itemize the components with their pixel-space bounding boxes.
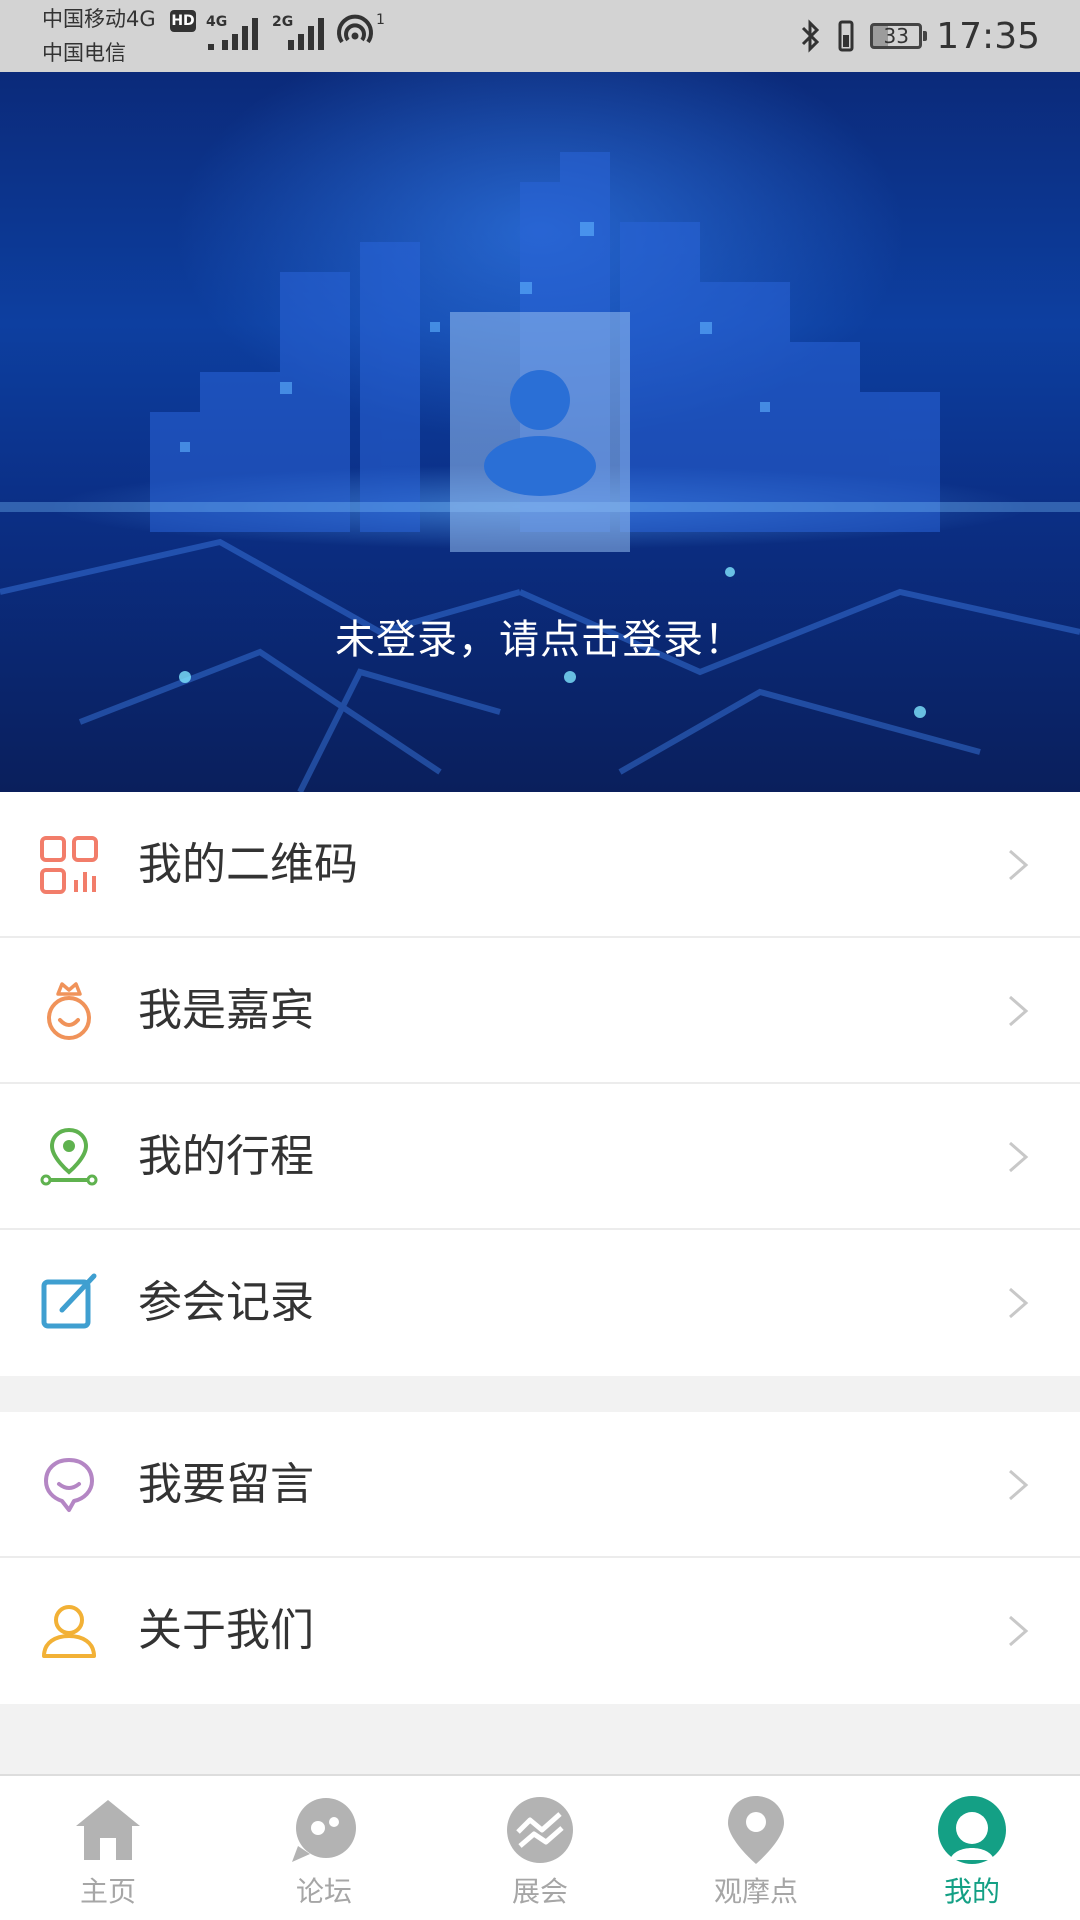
carrier-secondary: 中国电信 — [42, 41, 126, 65]
tab-label: 论坛 — [295, 1875, 352, 1908]
battery-indicator: 33 — [870, 23, 928, 49]
hd-badge: HD — [170, 10, 196, 32]
menu-item-label: 我要留言 — [138, 1459, 314, 1510]
hotspot-count: 1 — [376, 12, 385, 28]
tab-label: 我的 — [943, 1875, 1000, 1908]
menu-group-misc: 我要留言 关于我们 — [0, 1412, 1080, 1704]
menu-item-guest[interactable]: 我是嘉宾 — [0, 938, 1080, 1084]
forum-icon — [292, 1798, 356, 1862]
signal-strength-icon — [208, 18, 258, 50]
chevron-right-icon — [1009, 1615, 1029, 1647]
menu-group-account: 我的二维码 我是嘉宾 我的行程 参会记录 — [0, 792, 1080, 1376]
menu-item-about-us[interactable]: 关于我们 — [0, 1558, 1080, 1704]
tab-label: 观摩点 — [713, 1875, 798, 1908]
bluetooth-icon — [802, 19, 820, 53]
profile-icon — [938, 1796, 1006, 1864]
tab-home[interactable]: 主页 — [0, 1776, 216, 1920]
avatar[interactable] — [450, 312, 630, 552]
login-prompt[interactable]: 未登录，请点击登录！ — [0, 607, 1080, 665]
tab-forum[interactable]: 论坛 — [216, 1776, 432, 1920]
menu-item-qr-code[interactable]: 我的二维码 — [0, 792, 1080, 938]
chevron-right-icon — [1009, 849, 1029, 881]
bottom-tab-bar: 主页 论坛 展会 观摩点 我的 — [0, 1774, 1080, 1920]
message-bubble-icon — [44, 1458, 94, 1512]
hotspot-icon — [337, 14, 373, 44]
status-right: 33 17:35 — [800, 0, 1040, 72]
menu-item-attendance-records[interactable]: 参会记录 — [0, 1230, 1080, 1376]
tab-mine[interactable]: 我的 — [864, 1776, 1080, 1920]
chevron-right-icon — [1009, 1141, 1029, 1173]
route-pin-icon — [40, 1127, 98, 1186]
menu-item-leave-message[interactable]: 我要留言 — [0, 1412, 1080, 1558]
status-time: 17:35 — [936, 15, 1040, 57]
profile-header-banner[interactable]: 未登录，请点击登录！ — [0, 72, 1080, 792]
home-icon — [76, 1800, 140, 1860]
menu-item-label: 我的二维码 — [138, 839, 358, 890]
signal-strength-icon — [288, 18, 324, 50]
default-avatar-icon — [484, 370, 596, 496]
menu-item-label: 我的行程 — [138, 1131, 314, 1182]
about-person-icon — [42, 1605, 96, 1658]
edit-record-icon — [41, 1273, 97, 1329]
menu-item-label: 我是嘉宾 — [138, 985, 314, 1036]
tab-label: 主页 — [79, 1875, 136, 1908]
vibrate-icon — [838, 20, 854, 52]
status-bar: 中国移动4G 中国电信 HD 4G 2G 1 33 17:35 — [0, 0, 1080, 72]
chevron-right-icon — [1009, 1469, 1029, 1501]
menu-item-itinerary[interactable]: 我的行程 — [0, 1084, 1080, 1230]
guest-crown-icon — [47, 982, 91, 1040]
qr-code-icon — [40, 836, 98, 894]
chevron-right-icon — [1009, 995, 1029, 1027]
menu-item-label: 关于我们 — [138, 1605, 314, 1656]
menu-item-label: 参会记录 — [138, 1277, 314, 1328]
tab-exhibition[interactable]: 展会 — [432, 1776, 648, 1920]
location-pin-icon — [728, 1796, 784, 1864]
tab-observation-point[interactable]: 观摩点 — [648, 1776, 864, 1920]
exhibition-icon — [507, 1797, 573, 1863]
profile-screen: 中国移动4G 中国电信 HD 4G 2G 1 33 17:35 未登录，请点击登… — [0, 0, 1080, 1920]
tab-label: 展会 — [511, 1875, 568, 1908]
carrier-primary: 中国移动4G — [42, 7, 156, 31]
chevron-right-icon — [1009, 1287, 1029, 1319]
